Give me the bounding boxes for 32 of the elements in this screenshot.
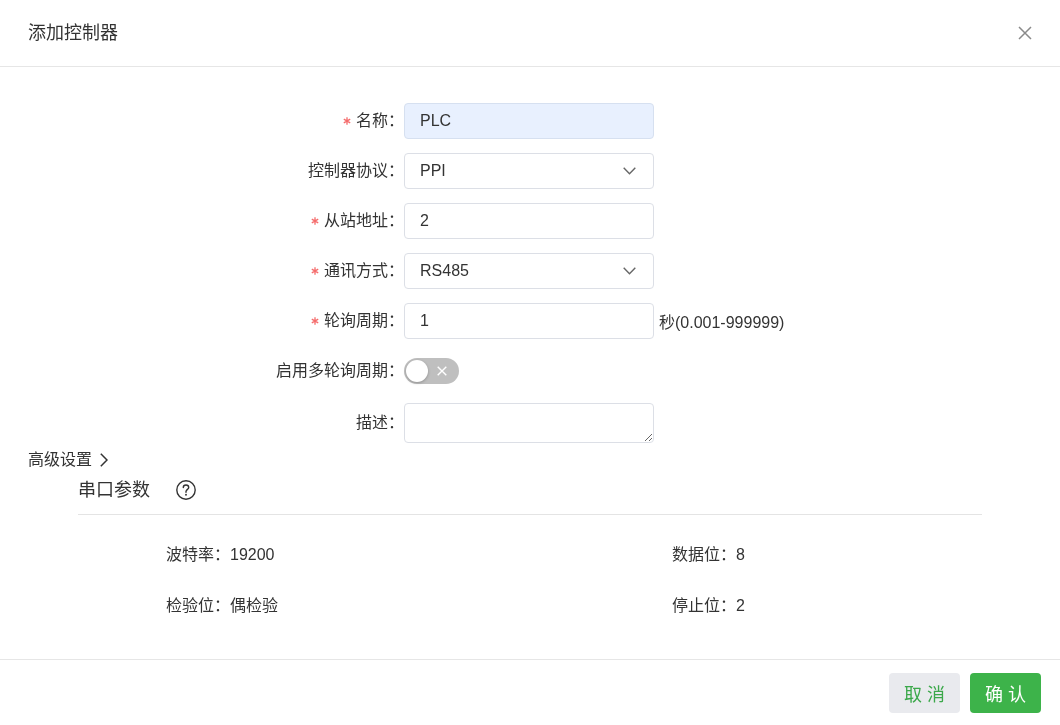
chevron-down-icon bbox=[623, 167, 636, 175]
param-label: 波特率： bbox=[166, 546, 230, 563]
section-title: 串口参数 bbox=[78, 479, 150, 502]
unit-hint: 秒(0.001-999999) bbox=[659, 313, 785, 333]
field-label: 从站地址： bbox=[324, 211, 404, 231]
close-button[interactable] bbox=[1018, 26, 1032, 40]
param-value: 偶检验 bbox=[230, 597, 278, 614]
param-label: 停止位： bbox=[672, 597, 736, 614]
input-field[interactable]: PLC bbox=[404, 103, 654, 139]
select-field[interactable]: RS485 bbox=[404, 253, 654, 289]
dialog-title: 添加控制器 bbox=[28, 22, 118, 45]
param-label: 数据位： bbox=[672, 546, 736, 563]
textarea-field[interactable] bbox=[404, 403, 654, 443]
advanced-settings-toggle[interactable]: 高级设置 bbox=[28, 449, 108, 471]
param-value: 19200 bbox=[230, 546, 275, 563]
input-field[interactable]: 1 bbox=[404, 303, 654, 339]
param-label: 检验位： bbox=[166, 597, 230, 614]
close-icon bbox=[1018, 26, 1032, 40]
field-label: 轮询周期： bbox=[324, 311, 404, 331]
input-field[interactable]: 2 bbox=[404, 203, 654, 239]
toggle-switch[interactable] bbox=[404, 358, 459, 384]
param-value: 2 bbox=[736, 597, 745, 614]
param-value: 8 bbox=[736, 546, 745, 563]
select-field[interactable]: PPI bbox=[404, 153, 654, 189]
field-label: 名称： bbox=[356, 111, 404, 131]
field-label: 通讯方式： bbox=[324, 261, 404, 281]
field-label: 描述： bbox=[356, 413, 404, 433]
cross-icon bbox=[437, 366, 447, 376]
field-label: 控制器协议： bbox=[308, 161, 404, 181]
chevron-down-icon bbox=[623, 267, 636, 275]
help-icon[interactable] bbox=[176, 480, 196, 500]
field-label: 启用多轮询周期： bbox=[276, 361, 404, 381]
